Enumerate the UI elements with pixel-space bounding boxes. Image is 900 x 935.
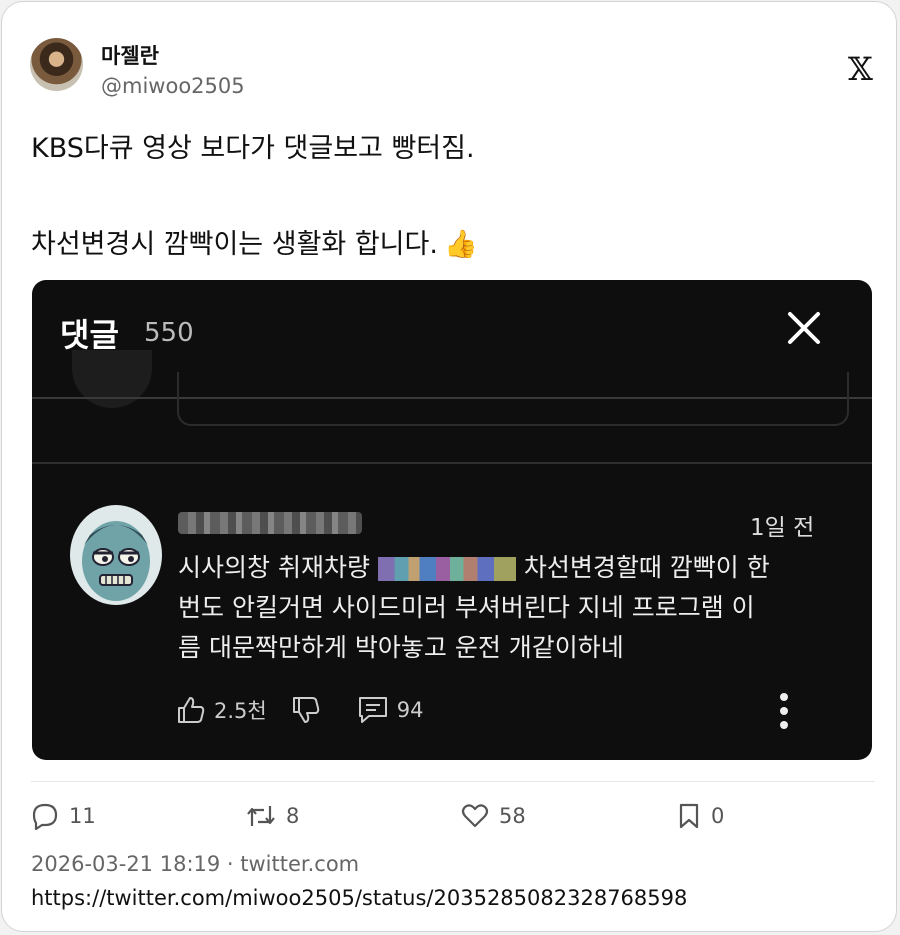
avatar[interactable] [30, 38, 83, 91]
censored-mosaic [377, 557, 516, 581]
like-count: 58 [499, 804, 526, 828]
previous-comment-box-fragment [177, 372, 849, 426]
display-name[interactable]: 마젤란 [101, 40, 159, 70]
retweet-button[interactable]: 8 [246, 802, 299, 830]
attached-image[interactable]: 댓글 550 1일 전 시사의창 취재차량 차선변경할때 깜빡이 한 번도 안킬… [32, 280, 872, 760]
previous-avatar-fragment [72, 350, 152, 408]
commenter-avatar [70, 505, 162, 605]
comment-like-count: 2.5천 [214, 699, 267, 723]
comment-reply-button: 94 [357, 695, 424, 725]
tweet-text-line2: 차선변경시 깜빡이는 생활화 합니다. 👍 [31, 222, 478, 261]
timestamp-source: 2026-03-21 18:19 · twitter.com [31, 852, 360, 876]
thumbs-up-icon [178, 697, 205, 723]
reply-bubble-icon [358, 697, 387, 723]
reply-button[interactable]: 11 [31, 802, 96, 830]
comment-dislike-button [291, 695, 321, 725]
thumbs-down-icon [292, 697, 319, 723]
heart-icon [461, 804, 489, 828]
retweet-icon [247, 806, 275, 826]
comments-count: 550 [144, 318, 194, 348]
close-icon [788, 312, 820, 344]
reply-count: 11 [69, 804, 96, 828]
comment-time: 1일 전 [750, 515, 815, 541]
comment-reply-count: 94 [396, 698, 424, 722]
comment-like-button: 2.5천 [176, 695, 267, 725]
comment-actions: 2.5천 94 [176, 692, 423, 728]
thumbs-up-emoji: 👍 [443, 229, 478, 260]
blurred-username [178, 512, 362, 534]
user-handle[interactable]: @miwoo2505 [101, 74, 245, 98]
tweet-url[interactable]: https://twitter.com/miwoo2505/status/203… [31, 886, 687, 910]
comment-text: 시사의창 취재차량 차선변경할때 깜빡이 한 번도 안킬거면 사이드미러 부셔버… [178, 548, 838, 668]
divider [31, 781, 875, 782]
comment-text-part1: 시사의창 취재차량 [178, 553, 378, 582]
bookmark-button[interactable]: 0 [677, 802, 724, 830]
tweet-card: 마젤란 @miwoo2505 𝕏 KBS다큐 영상 보다가 댓글보고 빵터짐. … [1, 1, 897, 932]
tweet-text-line1: KBS다큐 영상 보다가 댓글보고 빵터짐. [31, 133, 475, 164]
like-button[interactable]: 58 [461, 802, 526, 830]
x-logo-icon[interactable]: 𝕏 [848, 50, 873, 88]
divider [32, 462, 872, 464]
more-options-icon [780, 693, 788, 729]
tweet-text-line2-text: 차선변경시 깜빡이는 생활화 합니다. [31, 229, 438, 260]
retweet-count: 8 [286, 804, 300, 828]
bookmark-count: 0 [711, 804, 725, 828]
reply-icon [32, 803, 58, 830]
bookmark-icon [679, 803, 699, 829]
